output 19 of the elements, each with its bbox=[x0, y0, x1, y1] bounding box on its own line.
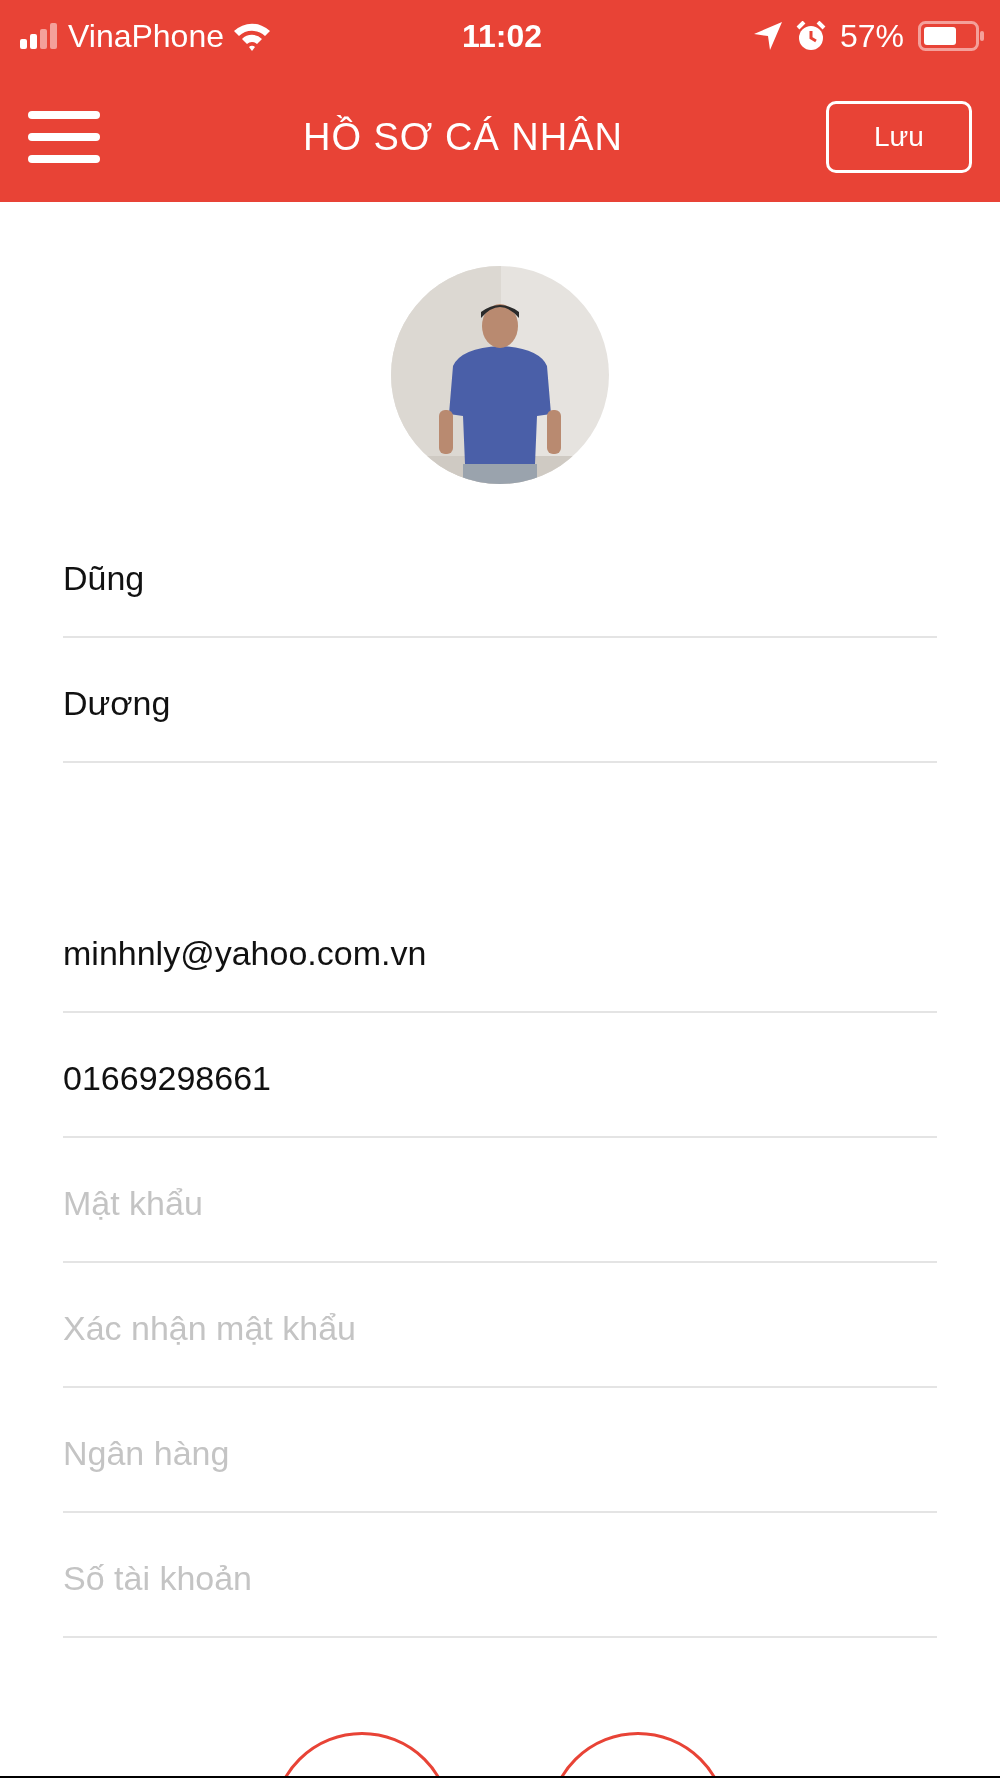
text-field[interactable]: Xác nhận mật khẩu bbox=[63, 1309, 937, 1348]
text-field[interactable]: Dương bbox=[63, 684, 937, 723]
menu-icon[interactable] bbox=[28, 109, 100, 165]
location-arrow-icon bbox=[753, 22, 782, 50]
text-field[interactable]: Dũng bbox=[63, 559, 937, 598]
save-button[interactable]: Lưu bbox=[826, 101, 972, 173]
alarm-clock-icon bbox=[795, 21, 826, 51]
text-field[interactable]: 01669298661 bbox=[63, 1059, 937, 1098]
carrier-name: VinaPhone bbox=[68, 17, 224, 55]
signal-icon bbox=[20, 23, 60, 49]
clock-time: 11:02 bbox=[461, 17, 543, 55]
text-field[interactable]: Mật khẩu bbox=[63, 1184, 937, 1223]
battery-icon bbox=[918, 21, 984, 51]
text-field[interactable]: Ngân hàng bbox=[63, 1434, 937, 1473]
text-field[interactable]: minhnly@yahoo.com.vn bbox=[63, 934, 937, 973]
text-field[interactable]: Số tài khoản bbox=[63, 1559, 937, 1598]
battery-percent: 57% bbox=[839, 17, 904, 55]
wifi-icon bbox=[232, 21, 272, 51]
page-title: HỒ SƠ CÁ NHÂN bbox=[301, 115, 625, 159]
